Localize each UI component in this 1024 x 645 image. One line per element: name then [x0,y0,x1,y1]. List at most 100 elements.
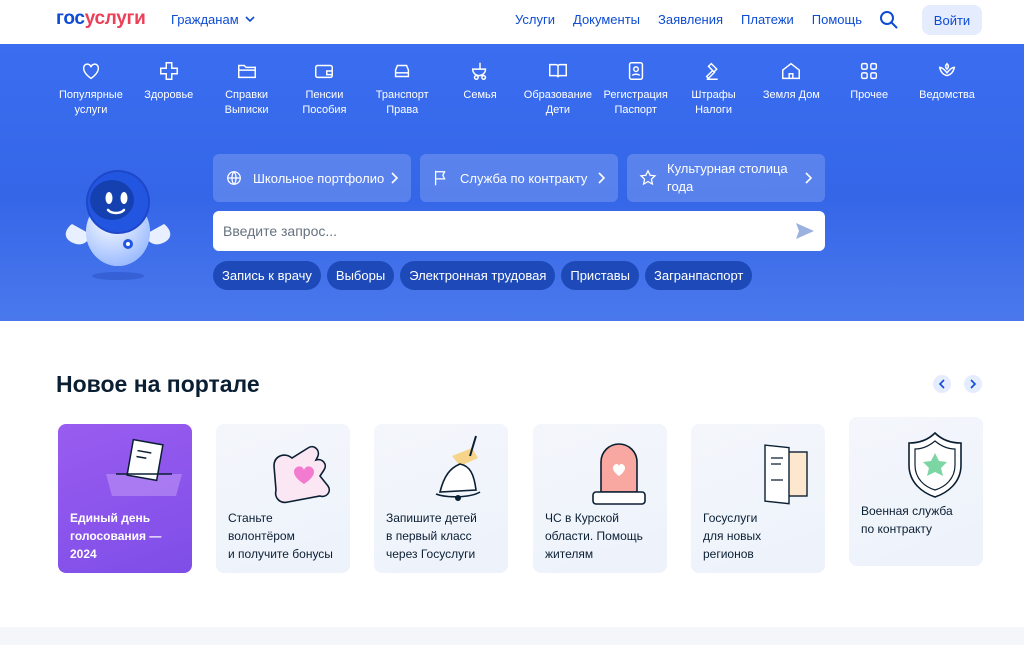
category-popular[interactable]: Популярные услуги [52,60,130,118]
chevron-right-icon [805,172,813,184]
news-card-text: Станьте волонтёром и получите бонусы [228,509,333,563]
nav-documents[interactable]: Документы [573,12,640,27]
category-certificates[interactable]: Справки Выписки [208,60,286,118]
category-sublabel: Права [386,104,419,116]
chip-doctor-appointment[interactable]: Запись к врачу [213,261,321,290]
medical-cross-icon [159,62,178,80]
quick-link-label: Культурная столица года [667,160,788,196]
footer-strip [0,627,1024,645]
robot-mascot [65,170,171,280]
chip-bailiffs[interactable]: Приставы [561,261,639,290]
category-land-house[interactable]: Земля Дом [752,60,830,118]
news-card-line2: области. Помощь [545,529,643,543]
globe-icon [227,171,241,185]
gosuslugi-logo[interactable]: госуслуги [56,8,146,30]
quick-link-label-line1: Культурная столица [667,161,788,176]
nav-help[interactable]: Помощь [812,12,862,27]
category-fines[interactable]: Штрафы Налоги [675,60,753,118]
category-sublabel: Паспорт [614,104,657,116]
category-label: Штрафы [691,89,736,101]
star-icon [639,169,657,186]
logo-part2: услуги [84,8,146,29]
category-label: Ведомства [919,89,975,101]
carousel-prev-button[interactable] [933,375,951,393]
header: госуслуги Гражданам Услуги Документы Зая… [0,0,1024,44]
news-card-text: Военная служба по контракту [861,502,953,538]
documents-icon [764,444,808,505]
news-card-line3: регионов [703,547,754,561]
logo-part1: гос [56,8,85,29]
main-nav: Услуги Документы Заявления Платежи Помощ… [515,12,862,27]
category-label: Пенсии [305,89,344,101]
category-other[interactable]: Прочее [830,60,908,118]
news-card-text: Единый день голосования — 2024 [70,509,161,563]
news-card-line1: Госуслуги [703,511,758,525]
shield-star-icon [908,431,962,498]
news-card-line1: Военная служба [861,504,953,518]
category-label: Справки [225,89,269,101]
news-card-new-regions[interactable]: Госуслуги для новых регионов [691,424,825,573]
category-sublabel: Налоги [695,104,732,116]
news-card-line1: Запишите детей [386,511,477,525]
nav-services[interactable]: Услуги [515,12,555,27]
grid-icon [861,62,878,80]
category-education[interactable]: Образование Дети [519,60,597,118]
flag-icon [434,170,446,186]
news-card-line2: для новых [703,529,762,543]
category-label: Транспорт [375,89,429,101]
login-button[interactable]: Войти [922,5,982,35]
category-label: Здоровье [144,89,194,101]
search-icon[interactable] [879,10,899,30]
news-card-line2: волонтёром [228,529,295,543]
chip-foreign-passport[interactable]: Загранпаспорт [644,261,753,290]
heart-icon [82,63,99,80]
role-selector[interactable]: Гражданам [171,12,255,27]
gavel-icon [705,62,718,80]
category-transport[interactable]: Транспорт Права [363,60,441,118]
chevron-right-icon [598,172,606,184]
news-card-text: ЧС в Курской области. Помощь жителям [545,509,643,563]
wallet-icon [315,64,334,79]
quick-links: Школьное портфолио Служба по контракту К… [213,154,825,202]
puzzle-heart-icon [273,445,331,504]
news-card-line2: голосования — [70,529,162,543]
news-card-line3: через Госуслуги [386,547,476,561]
category-family[interactable]: Семья [441,60,519,118]
category-label: Образование [523,89,592,101]
popular-queries: Запись к врачу Выборы Электронная трудов… [213,261,753,290]
news-card-military-service[interactable]: Военная служба по контракту [849,417,983,566]
carousel-next-button[interactable] [964,375,982,393]
category-label: Семья [463,89,497,101]
chevron-right-icon [970,379,977,389]
news-card-emergency[interactable]: ЧС в Курской области. Помощь жителям [533,424,667,573]
category-sublabel: услуги [74,104,108,116]
news-card-text: Запишите детей в первый класс через Госу… [386,509,477,563]
search-input[interactable] [213,211,773,251]
quick-link-cultural-capital[interactable]: Культурная столица года [627,154,825,202]
category-agencies[interactable]: Ведомства [908,60,986,118]
quick-link-portfolio[interactable]: Школьное портфолио [213,154,411,202]
news-section-title: Новое на портале [56,371,260,397]
car-icon [395,64,410,78]
category-registration[interactable]: Регистрация Паспорт [597,60,675,118]
nav-payments[interactable]: Платежи [741,12,794,27]
category-health[interactable]: Здоровье [130,60,208,118]
nav-applications[interactable]: Заявления [658,12,723,27]
alarm-light-icon [592,443,646,505]
chip-elections[interactable]: Выборы [326,261,395,290]
news-card-first-grade[interactable]: Запишите детей в первый класс через Госу… [374,424,508,573]
news-card-text: Госуслуги для новых регионов [703,509,761,563]
quick-link-contract-service[interactable]: Служба по контракту [420,154,618,202]
news-card-volunteer[interactable]: Станьте волонтёром и получите бонусы [216,424,350,573]
news-card-line1: ЧС в Курской [545,511,619,525]
category-pensions[interactable]: Пенсии Пособия [285,60,363,118]
category-label: Прочее [850,89,889,101]
category-sublabel: Пособия [302,104,347,116]
quick-link-label: Служба по контракту [460,170,588,186]
emblem-icon [938,62,956,77]
category-label: Регистрация [603,89,668,101]
chip-electronic-workbook[interactable]: Электронная трудовая [400,261,556,290]
send-icon[interactable] [795,222,815,240]
news-card-elections[interactable]: Единый день голосования — 2024 [58,424,192,573]
news-card-line3: 2024 [70,547,97,561]
